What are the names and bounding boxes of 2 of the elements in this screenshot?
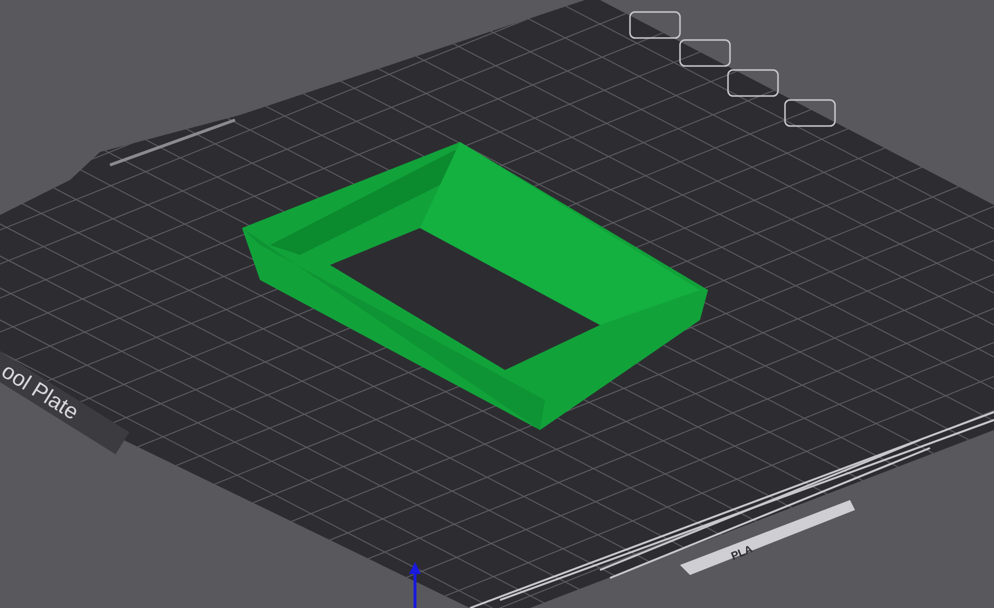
z-axis-arrow <box>409 562 421 608</box>
filament-label: PLA <box>730 543 755 563</box>
